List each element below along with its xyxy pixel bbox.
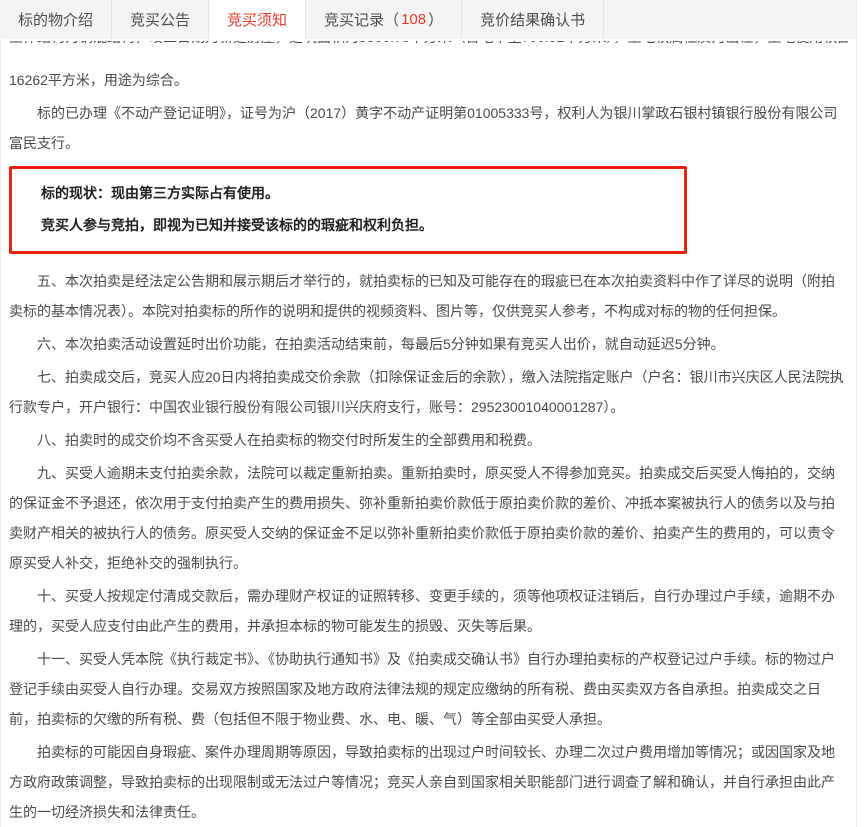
paragraph-item-7: 七、拍卖成交后，竞买人应20日内将拍卖成交价余款（扣除保证金后的余款），缴入法院… <box>9 362 848 422</box>
tab-label: 竞买公告 <box>130 9 190 30</box>
clipped-text-line: 主体结构为钢混结构，竣工日期为新建房屋，建筑面积为9500.78平方米（含地下室… <box>9 41 848 53</box>
highlight-disclaimer-line: 竞买人参与竞拍，即视为已知并接受该标的的瑕疵和权利负担。 <box>41 209 674 241</box>
tab-label-suffix: ） <box>428 9 443 30</box>
notice-content: 主体结构为钢混结构，竣工日期为新建房屋，建筑面积为9500.78平方米（含地下室… <box>0 39 857 827</box>
tab-item-intro[interactable]: 标的物介绍 <box>0 0 112 39</box>
tab-result-confirmation[interactable]: 竞价结果确认书 <box>462 0 604 39</box>
tab-label: 竞价结果确认书 <box>480 9 585 30</box>
tab-bar: 标的物介绍 竞买公告 竞买须知 竞买记录（108） 竞价结果确认书 <box>0 0 857 39</box>
tab-label: 标的物介绍 <box>18 9 93 30</box>
paragraph-certificate: 标的已办理《不动产登记证明》，证号为沪（2017）黄字不动产证明第0100533… <box>9 98 848 158</box>
tab-label: 竞买须知 <box>227 9 287 30</box>
bid-record-count: 108 <box>399 11 428 28</box>
tab-notice[interactable]: 竞买须知 <box>209 0 306 39</box>
paragraph-item-6: 六、本次拍卖活动设置延时出价功能，在拍卖活动结束前，每最后5分钟如果有竞买人出价… <box>9 329 848 359</box>
highlight-box: 标的现状：现由第三方实际占有使用。 竞买人参与竞拍，即视为已知并接受该标的的瑕疵… <box>9 166 687 254</box>
tabbar-filler <box>604 0 856 39</box>
paragraph-item-10: 十、买受人按规定付清成交款后，需办理财产权证的证照转移、变更手续的，须等他项权证… <box>9 581 848 641</box>
paragraph-risk-disclaimer: 拍卖标的可能因自身瑕疵、案件办理周期等原因，导致拍卖标的出现过户时间较长、办理二… <box>9 737 848 827</box>
clipped-text: 主体结构为钢混结构，竣工日期为新建房屋，建筑面积为9500.78平方米（含地下室… <box>9 41 848 52</box>
paragraph-item-9: 九、买受人逾期未支付拍卖余款，法院可以裁定重新拍卖。重新拍卖时，原买受人不得参加… <box>9 458 848 578</box>
tab-label-prefix: 竞买记录（ <box>324 9 399 30</box>
paragraph-item-5: 五、本次拍卖是经法定公告期和展示期后才举行的，就拍卖标的已知及可能存在的瑕疵已在… <box>9 266 848 326</box>
paragraph-item-11: 十一、买受人凭本院《执行裁定书》、《协助执行通知书》及《拍卖成交确认书》自行办理… <box>9 644 848 734</box>
highlight-status-line: 标的现状：现由第三方实际占有使用。 <box>41 177 674 209</box>
tab-announcement[interactable]: 竞买公告 <box>112 0 209 39</box>
paragraph-land-area: 16262平方米，用途为综合。 <box>9 65 848 95</box>
tab-bid-record[interactable]: 竞买记录（108） <box>306 0 462 39</box>
paragraph-item-8: 八、拍卖时的成交价均不含买受人在拍卖标的物交付时所发生的全部费用和税费。 <box>9 425 848 455</box>
